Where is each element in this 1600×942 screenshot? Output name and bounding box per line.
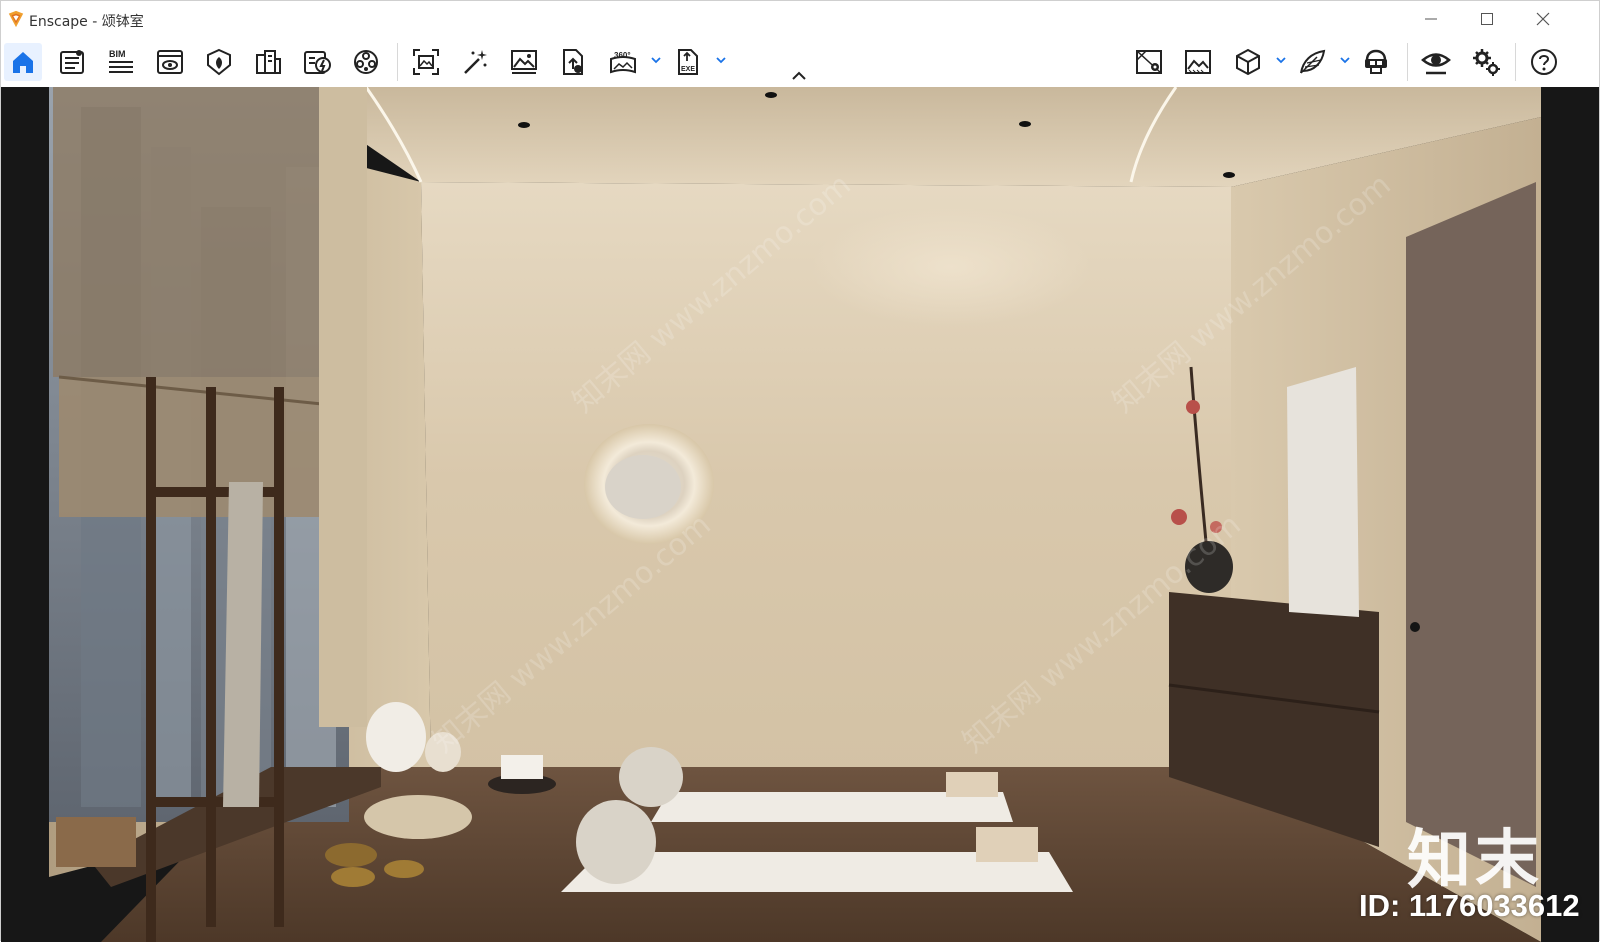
- render-gallery-button[interactable]: [505, 43, 543, 81]
- settings-button[interactable]: [1467, 43, 1505, 81]
- help-icon: [1531, 49, 1557, 75]
- feather-button[interactable]: [1293, 43, 1331, 81]
- screenshot-button[interactable]: [407, 43, 445, 81]
- video-editor-icon: [354, 50, 378, 74]
- panorama-dropdown-chevron-icon[interactable]: [649, 53, 663, 67]
- bim-button[interactable]: BIM: [102, 43, 140, 81]
- asset-library-icon: [256, 50, 281, 74]
- sites-button[interactable]: [200, 43, 238, 81]
- upload-button[interactable]: [554, 43, 592, 81]
- cube-button[interactable]: [1229, 43, 1267, 81]
- video-editor-button[interactable]: [347, 43, 385, 81]
- toolbar-separator-help: [1515, 43, 1516, 81]
- cube-dropdown-chevron-icon[interactable]: [1274, 53, 1288, 67]
- app-window: Enscape - 颂钵室 BIM 360° EXE 知末网 www.znzmo…: [0, 0, 1600, 942]
- panorama-button[interactable]: 360°: [604, 43, 642, 81]
- notes-button[interactable]: [53, 43, 91, 81]
- close-button[interactable]: [1515, 1, 1571, 37]
- upload-icon: [563, 49, 583, 75]
- svg-text:BIM: BIM: [109, 49, 126, 59]
- cube-icon: [1236, 48, 1260, 76]
- capture-button[interactable]: [1179, 43, 1217, 81]
- settings-icon: [1473, 49, 1500, 76]
- screenshot-icon: [413, 49, 439, 75]
- maximize-button[interactable]: [1459, 1, 1515, 37]
- views-icon: [157, 50, 183, 74]
- panorama-360-icon: 360°: [610, 51, 636, 74]
- views-button[interactable]: [151, 43, 189, 81]
- export-dropdown-chevron-icon[interactable]: [714, 53, 728, 67]
- minimize-icon: [1425, 18, 1437, 20]
- batch-render-icon: [464, 50, 487, 74]
- close-icon: [1536, 12, 1550, 26]
- toolbar-separator: [397, 43, 398, 81]
- enscape-logo-icon: [8, 10, 24, 28]
- minimize-button[interactable]: [1403, 1, 1459, 37]
- maximize-icon: [1481, 13, 1493, 25]
- capture-icon: [1185, 50, 1211, 74]
- vr-button[interactable]: [1357, 43, 1395, 81]
- export-exe-icon: EXE: [678, 49, 698, 75]
- window-title: Enscape - 颂钵室: [29, 14, 144, 30]
- visibility-button[interactable]: [1417, 43, 1455, 81]
- notes-icon: [60, 50, 84, 74]
- vr-headset-icon: [1365, 49, 1387, 74]
- home-button[interactable]: [4, 43, 42, 81]
- material-editor-button[interactable]: [298, 43, 336, 81]
- toolbar-separator-right: [1407, 43, 1408, 81]
- watermark-id-text: ID: 1176033612: [1359, 888, 1580, 923]
- asset-library-button[interactable]: [249, 43, 287, 81]
- svg-text:EXE: EXE: [681, 66, 695, 73]
- bim-icon: BIM: [109, 49, 133, 73]
- export-exe-button[interactable]: EXE: [669, 43, 707, 81]
- feather-dropdown-chevron-icon[interactable]: [1338, 53, 1352, 67]
- collapse-toolbar-icon[interactable]: [791, 70, 807, 82]
- main-toolbar: BIM 360° EXE: [1, 37, 1599, 87]
- material-editor-icon: [304, 51, 331, 74]
- batch-render-button[interactable]: [456, 43, 494, 81]
- map-icon: [1136, 50, 1162, 74]
- visibility-icon: [1421, 53, 1451, 75]
- sites-icon: [207, 48, 231, 76]
- feather-icon: [1300, 49, 1326, 74]
- help-button[interactable]: [1525, 43, 1563, 81]
- render-viewport[interactable]: 知末网 www.znzmo.com 知末网 www.znzmo.com 知末网 …: [1, 87, 1599, 942]
- home-icon: [13, 52, 33, 73]
- title-bar[interactable]: Enscape - 颂钵室: [1, 1, 1599, 37]
- render-gallery-icon: [511, 50, 537, 74]
- map-button[interactable]: [1130, 43, 1168, 81]
- svg-text:360°: 360°: [614, 51, 631, 60]
